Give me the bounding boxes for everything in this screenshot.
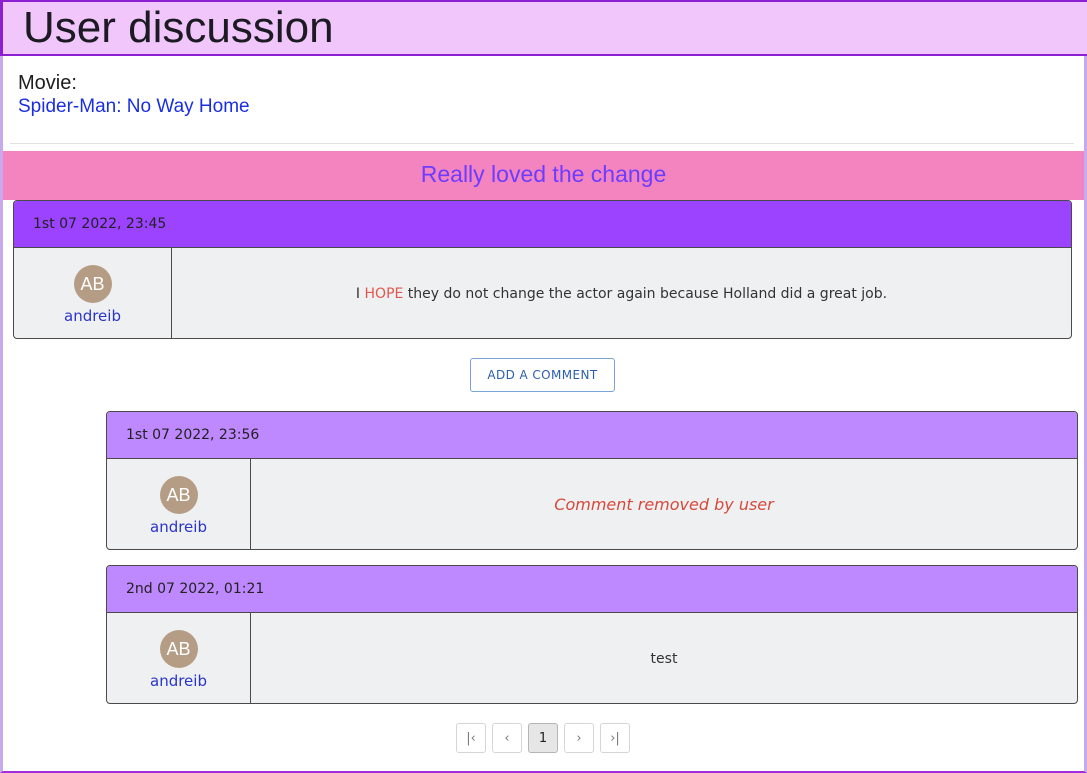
main-post-message: I HOPE they do not change the actor agai… — [172, 248, 1071, 338]
next-page-button[interactable]: › — [564, 723, 594, 753]
avatar[interactable]: AB — [159, 476, 198, 514]
reply-text: test — [650, 650, 678, 667]
topic-title: Really loved the change — [420, 161, 667, 187]
reply-date: 2nd 07 2022, 01:21 — [107, 566, 1077, 613]
message-text-after: they do not change the actor again becau… — [403, 285, 888, 302]
reply-message: Comment removed by user — [251, 459, 1077, 549]
reply-body: AB andreib Comment removed by user — [107, 459, 1077, 549]
pagination: |‹ ‹ 1 › ›| — [456, 723, 630, 753]
page-number-button[interactable]: 1 — [528, 723, 558, 753]
last-page-button[interactable]: ›| — [600, 723, 630, 753]
main-post-user: AB andreib — [14, 248, 172, 338]
divider — [10, 143, 1074, 144]
movie-link[interactable]: Spider-Man: No Way Home — [18, 96, 250, 118]
reply-user: AB andreib — [107, 459, 251, 549]
main-post-date: 1st 07 2022, 23:45 — [14, 201, 1071, 248]
movie-label: Movie: — [18, 72, 77, 94]
reply-user: AB andreib — [107, 613, 251, 703]
message-highlight: HOPE — [364, 285, 404, 302]
username-link[interactable]: andreib — [14, 307, 171, 325]
page-header: User discussion — [0, 0, 1087, 56]
page-title: User discussion — [23, 3, 334, 52]
first-page-button[interactable]: |‹ — [456, 723, 486, 753]
reply-message: test — [251, 613, 1077, 703]
main-post-body: AB andreib I HOPE they do not change the… — [14, 248, 1071, 338]
avatar[interactable]: AB — [159, 630, 198, 668]
username-link[interactable]: andreib — [107, 518, 250, 536]
reply-date: 1st 07 2022, 23:56 — [107, 412, 1077, 459]
username-link[interactable]: andreib — [107, 672, 250, 690]
removed-comment-text: Comment removed by user — [554, 495, 774, 514]
add-comment-button[interactable]: ADD A COMMENT — [470, 358, 615, 392]
avatar[interactable]: AB — [73, 265, 112, 303]
main-post-card: 1st 07 2022, 23:45 AB andreib I HOPE the… — [13, 200, 1072, 339]
reply-card: 1st 07 2022, 23:56 AB andreib Comment re… — [106, 411, 1078, 550]
reply-body: AB andreib test — [107, 613, 1077, 703]
previous-page-button[interactable]: ‹ — [492, 723, 522, 753]
reply-card: 2nd 07 2022, 01:21 AB andreib test — [106, 565, 1078, 704]
topic-title-bar: Really loved the change — [3, 151, 1084, 200]
message-text-before: I — [355, 285, 365, 302]
